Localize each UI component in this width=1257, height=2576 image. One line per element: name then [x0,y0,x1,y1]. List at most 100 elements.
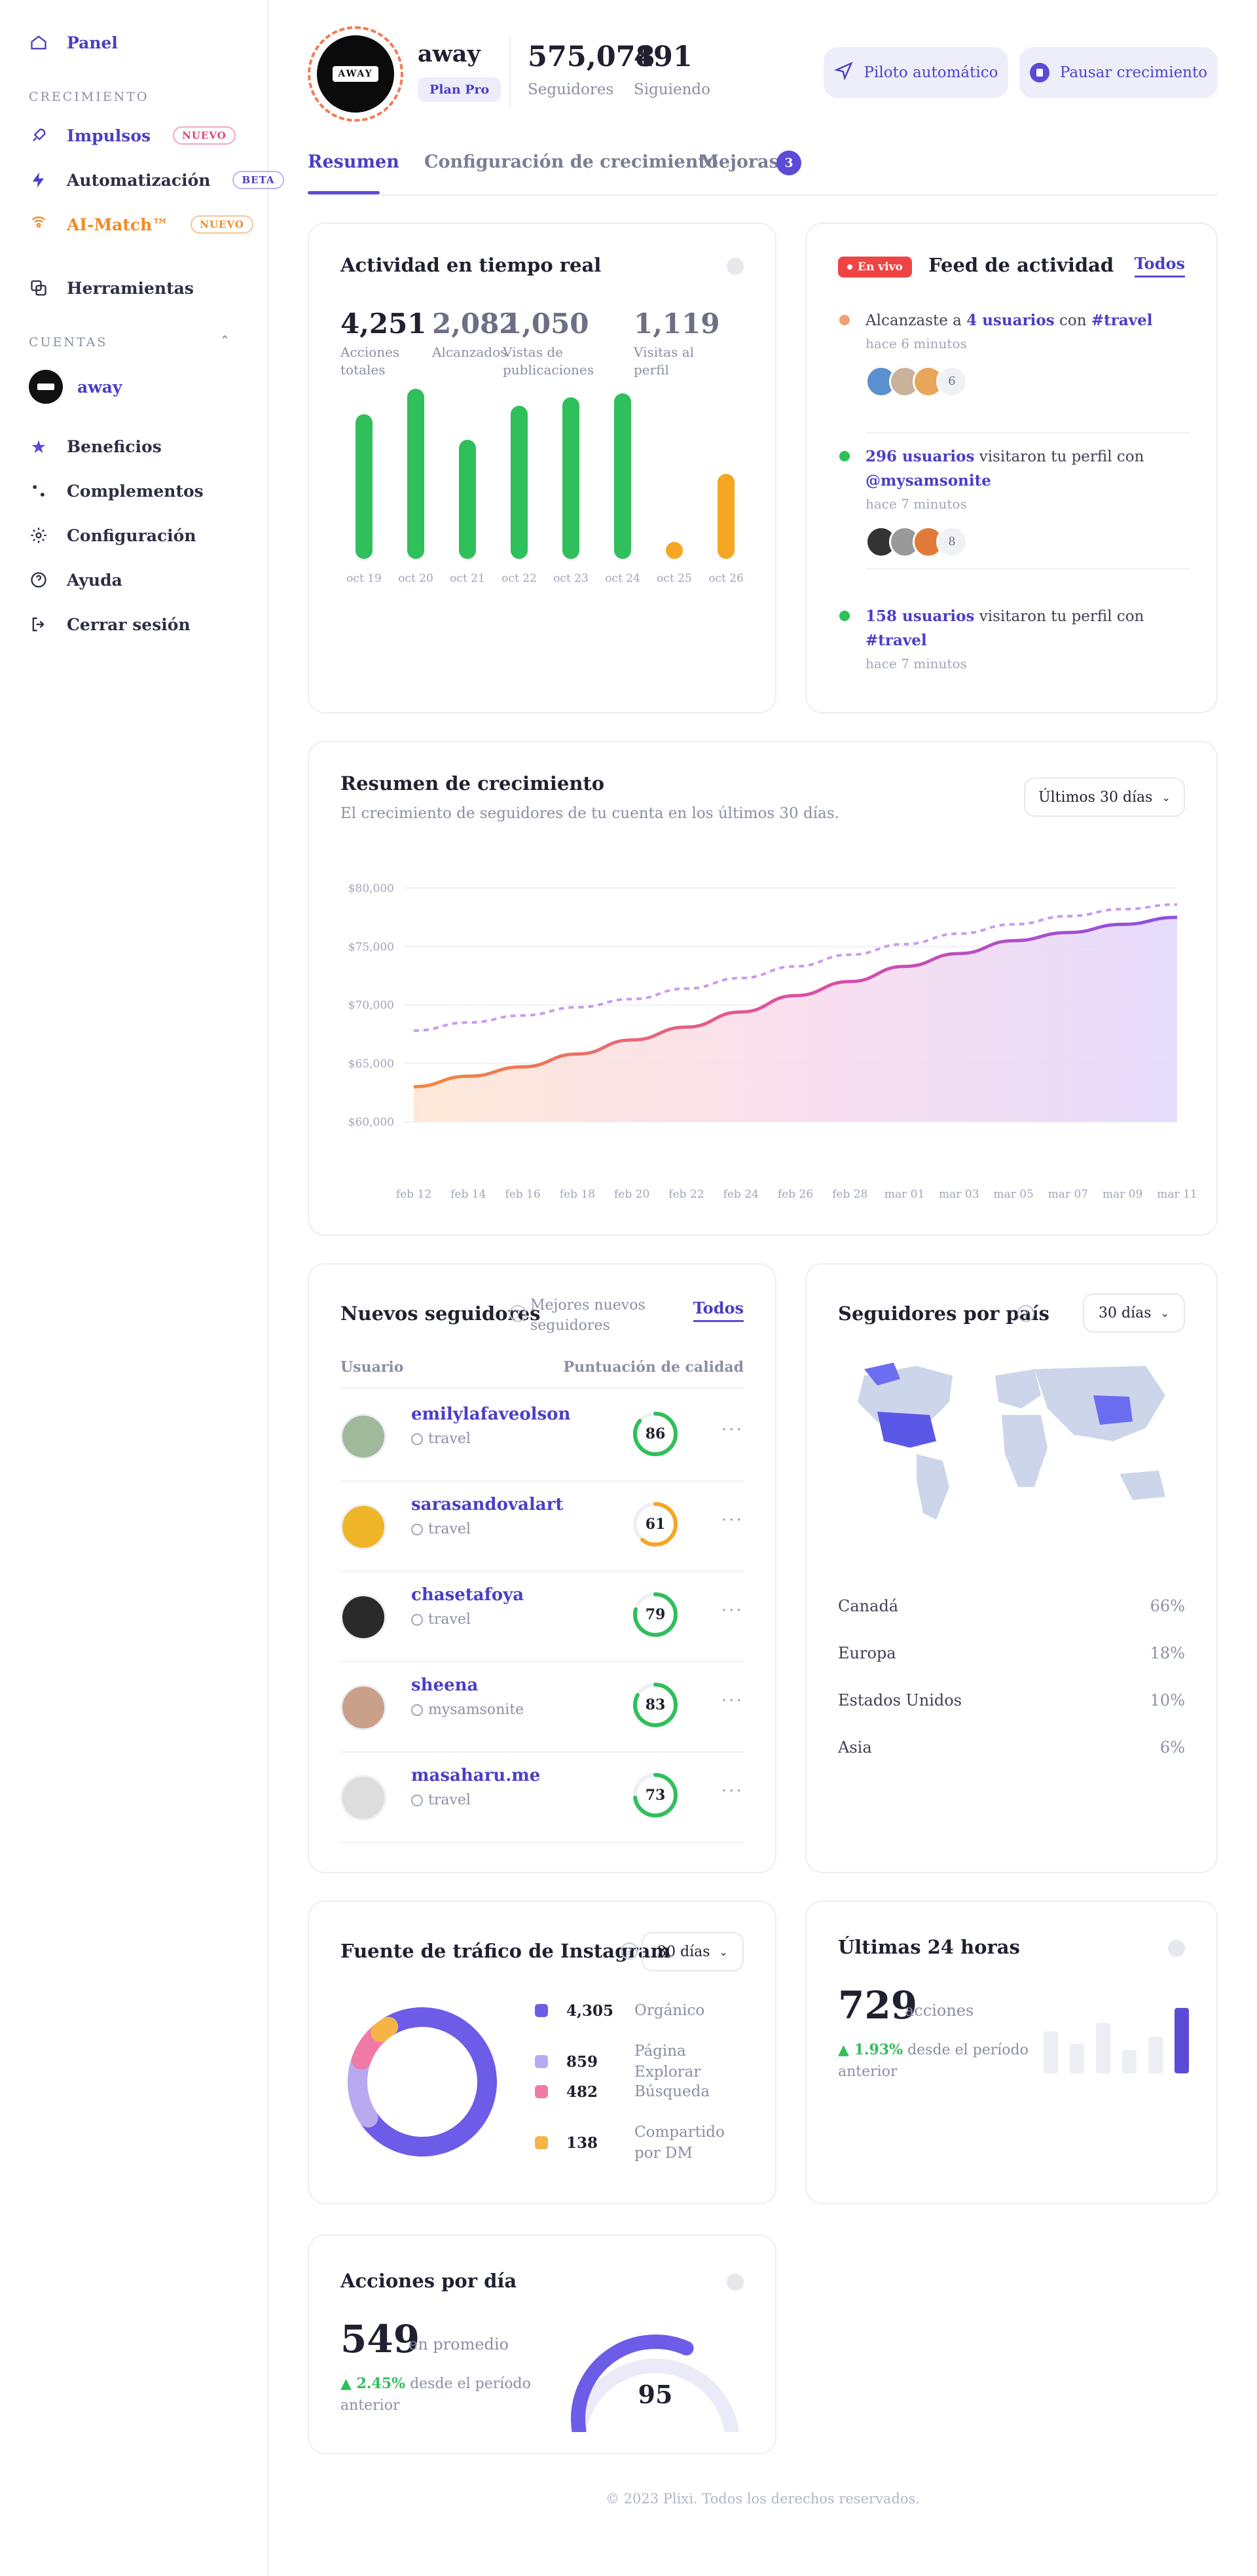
follower-row[interactable]: chasetafoya travel 79 ··· [340,1572,744,1662]
more-avatars-count[interactable]: 6 [936,365,968,397]
feed-item: 158 usuarios visitaron tu perfil con #tr… [839,605,1190,671]
hour-bar [1044,2031,1058,2073]
activity-bar [407,389,424,559]
tab-config[interactable]: Configuración de crecimiento [424,152,718,172]
status-dot [727,258,744,275]
countries-range-select[interactable]: 30 días ⌄ [1083,1293,1185,1333]
addons-icon [29,481,48,501]
feed-link[interactable]: #travel [1091,312,1153,329]
quality-score-value: 79 [645,1606,666,1623]
feed-link[interactable]: 158 usuarios [865,607,974,625]
sidebar-item-aimatch[interactable]: AI-Match™ NUEVO [29,215,253,234]
more-options-icon[interactable]: ··· [721,1420,744,1440]
chevron-up-icon[interactable]: ⌃ [219,332,230,348]
sidebar-item-herramientas[interactable]: Herramientas [29,278,194,298]
sidebar-item-ayuda[interactable]: Ayuda [29,570,122,590]
country-percent: 6% [1159,1738,1185,1757]
sidebar-item-logout[interactable]: Cerrar sesión [29,615,191,634]
perday-value: 549 [340,2317,420,2361]
autopilot-button[interactable]: Piloto automático [824,47,1008,98]
sidebar-item-account[interactable]: away [29,370,122,404]
sidebar-item-panel[interactable]: Panel [29,33,118,52]
stat-item: 4,251 Acciones totales [340,308,427,379]
new-followers-card: Nuevos seguidores ? Mejores nuevos segui… [308,1263,776,1873]
divider [509,36,511,108]
sidebar-item-configuracion[interactable]: Configuración [29,526,196,545]
more-options-icon[interactable]: ··· [721,1691,744,1711]
followers-label: Seguidores [528,81,614,98]
country-percent: 10% [1150,1691,1185,1709]
best-followers-filter[interactable]: Mejores nuevos seguidores [530,1296,655,1336]
feed-all-link[interactable]: Todos [1134,254,1185,277]
more-options-icon[interactable]: ··· [721,1601,744,1620]
follower-username[interactable]: sheena [411,1675,478,1695]
follower-row[interactable]: sheena mysamsonite 83 ··· [340,1662,744,1753]
feed-time: hace 6 minutos [865,335,967,351]
activity-bar [511,406,528,559]
y-tick-label: $70,000 [348,999,394,1012]
follower-source: travel [411,1431,471,1447]
tab-mejoras[interactable]: Mejoras [699,152,779,172]
traffic-range-select[interactable]: 30 días ⌄ [642,1932,744,1971]
follower-row[interactable]: masaharu.me travel 73 ··· [340,1753,744,1843]
star-icon: ★ [31,437,46,456]
traffic-value: 859 [566,2052,598,2071]
country-name: Estados Unidos [838,1691,962,1709]
feed-title: Feed de actividad [928,254,1114,276]
stat-value: 1,119 [634,308,720,340]
follower-username[interactable]: sarasandovalart [411,1495,563,1514]
follower-row[interactable]: sarasandovalart travel 61 ··· [340,1482,744,1572]
follower-avatar[interactable] [340,1594,386,1640]
account-avatar [29,370,63,404]
more-avatars-count[interactable]: 8 [936,526,968,558]
x-tick-label: feb 24 [723,1188,759,1201]
feed-item: 296 usuarios visitaron tu perfil con @my… [839,445,1190,569]
follower-source: travel [411,1611,471,1628]
perday-unit: en promedio [409,2335,509,2353]
follower-avatar[interactable] [340,1414,386,1459]
help-icon[interactable]: ? [509,1305,526,1322]
follower-avatar[interactable] [340,1685,386,1730]
feed-dot [839,451,850,461]
perday-change: ▲ 2.45% desde el período anterior [340,2375,531,2414]
profile-avatar[interactable]: AWAY [308,26,403,122]
sidebar-item-automatizacion[interactable]: Automatización BETA [29,170,284,190]
help-icon[interactable]: ? [1017,1305,1034,1322]
help-icon[interactable]: ? [621,1942,638,1959]
follower-username[interactable]: masaharu.me [411,1766,540,1785]
feed-link[interactable]: #travel [865,632,927,649]
traffic-label: Búsqueda [634,2083,710,2100]
follower-source: travel [411,1521,471,1537]
tabs-divider [308,194,1218,196]
status-dot [1168,1940,1185,1957]
profile-logo: AWAY [333,66,378,82]
follower-avatar[interactable] [340,1504,386,1550]
feed-link[interactable]: @mysamsonite [865,472,991,490]
circle-icon [411,1433,423,1445]
sidebar-item-impulsos[interactable]: Impulsos NUEVO [29,126,236,145]
tab-resumen[interactable]: Resumen [308,152,399,172]
following-label: Siguiendo [634,81,710,98]
x-tick-label: feb 26 [778,1188,813,1201]
more-options-icon[interactable]: ··· [721,1511,744,1530]
follower-row[interactable]: emilylafaveolson travel 86 ··· [340,1391,744,1482]
follower-avatar[interactable] [340,1775,386,1821]
sidebar-item-complementos[interactable]: Complementos [29,481,204,501]
feed-link[interactable]: 4 usuarios [966,312,1054,329]
sidebar-item-beneficios[interactable]: ★ Beneficios [29,437,162,456]
x-tick-label: feb 20 [614,1188,649,1201]
feed-link[interactable]: 296 usuarios [865,448,974,465]
x-tick-label: feb 18 [560,1188,595,1201]
countries-card: Seguidores por país ? 30 días ⌄ Canadá 66%… [805,1263,1218,1873]
traffic-donut [348,2007,497,2156]
stat-item: 1,050 Vistas de publicaciones [503,308,621,379]
bar-label: oct 24 [605,572,640,585]
follower-username[interactable]: chasetafoya [411,1585,524,1605]
bolt-icon [29,170,48,190]
country-row: Asia 6% [838,1738,1185,1757]
all-followers-filter[interactable]: Todos [693,1298,744,1322]
more-options-icon[interactable]: ··· [721,1781,744,1801]
follower-username[interactable]: emilylafaveolson [411,1404,570,1424]
pause-growth-button[interactable]: Pausar crecimiento [1019,47,1218,98]
stat-label: Acciones totales [340,344,400,378]
